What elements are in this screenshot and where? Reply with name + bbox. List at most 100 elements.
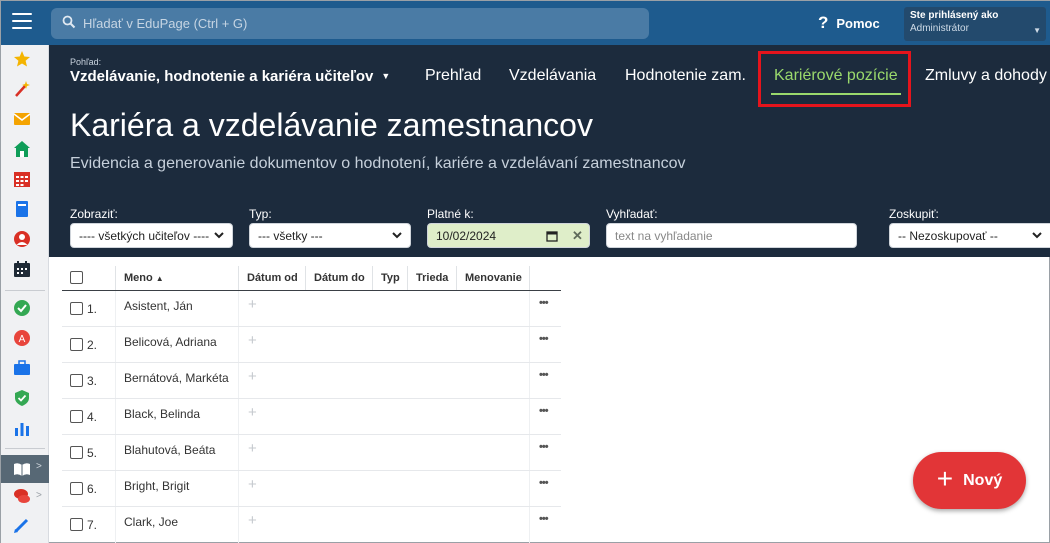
bar-chart-icon[interactable] [13,419,31,437]
top-bar: ? Pomoc Ste prihlásený ako Administrátor… [1,1,1050,45]
filter-group-select[interactable]: -- Nezoskupovať -- [889,223,1050,248]
row-checkbox[interactable] [70,446,83,459]
help-button[interactable]: ? Pomoc [818,13,880,33]
row-name[interactable]: Asistent, Ján [124,299,193,313]
magic-wand-icon[interactable] [13,80,31,98]
tab-zmluvy[interactable]: Zmluvy a dohody [925,67,1047,85]
row-divider [62,326,561,327]
view-selector[interactable]: Vzdelávanie, hodnotenie a kariéra učiteľ… [70,68,390,85]
column-divider [305,266,306,290]
briefcase-icon[interactable] [13,359,31,377]
filter-valid-label: Platné k: [427,207,474,221]
row-number: 5. [87,446,98,460]
chat-icon[interactable] [13,487,31,505]
row-name[interactable]: Belicová, Adriana [124,335,217,349]
search-input[interactable] [83,8,633,39]
add-icon[interactable]: + [248,440,257,457]
tab-prehlad[interactable]: Prehľad [425,67,481,85]
more-icon[interactable]: ••• [539,441,549,453]
add-icon[interactable]: + [248,404,257,421]
help-label: Pomoc [836,15,880,31]
filter-search-label: Vyhľadať: [606,207,658,221]
highlight-box [758,51,911,107]
calendar-icon[interactable] [546,230,558,242]
check-circle-icon[interactable] [13,299,31,317]
filter-search-input[interactable]: text na vyhľadanie [606,223,857,248]
add-icon[interactable]: + [248,332,257,349]
row-number: 7. [87,518,98,532]
column-divider [407,266,408,290]
filter-search-placeholder: text na vyhľadanie [615,228,713,243]
chevron-down-icon [1032,232,1042,239]
row-divider [62,470,561,471]
view-value: Vzdelávanie, hodnotenie a kariéra učiteľ… [70,68,374,85]
calendar-icon[interactable] [13,260,31,278]
row-checkbox[interactable] [70,518,83,531]
divider [5,448,45,449]
row-checkbox[interactable] [70,482,83,495]
more-icon[interactable]: ••• [539,369,549,381]
plus-icon: + [936,463,954,494]
more-icon[interactable]: ••• [539,477,549,489]
filter-show-select[interactable]: ---- všetkých učiteľov ---- [70,223,233,248]
column-header-type[interactable]: Typ [381,272,400,296]
add-icon[interactable]: + [248,512,257,529]
book-icon[interactable] [13,200,31,218]
select-all-checkbox[interactable] [70,271,83,284]
timetable-icon[interactable] [13,170,31,188]
filter-group-label: Zoskupiť: [889,207,939,221]
header-divider [62,290,561,291]
pen-icon[interactable] [13,516,31,534]
add-icon[interactable]: + [248,476,257,493]
new-button[interactable]: + Nový [913,452,1026,509]
column-divider [456,266,457,290]
page-title: Kariéra a vzdelávanie zamestnancov [70,107,593,143]
column-header-name[interactable]: Meno ▲ [124,272,164,296]
column-header-class[interactable]: Trieda [416,272,448,296]
row-name[interactable]: Bright, Brigit [124,479,189,493]
column-header-date-from[interactable]: Dátum od [247,272,298,296]
column-divider [529,266,530,290]
shield-icon[interactable] [13,389,31,407]
star-icon[interactable] [13,50,31,68]
row-divider [62,506,561,507]
row-checkbox[interactable] [70,302,83,315]
chevron-right-icon: > [36,490,42,501]
tab-hodnotenie[interactable]: Hodnotenie zam. [625,67,746,85]
row-divider [62,434,561,435]
column-header-appointment[interactable]: Menovanie [465,272,522,296]
menu-icon[interactable] [12,13,32,31]
global-search[interactable] [51,8,649,39]
row-name[interactable]: Black, Belinda [124,407,200,421]
search-icon [62,15,76,29]
user-icon[interactable] [13,230,31,248]
filter-type-select[interactable]: --- všetky --- [249,223,411,248]
row-name[interactable]: Blahutová, Beáta [124,443,215,457]
row-number: 2. [87,338,98,352]
row-name[interactable]: Clark, Joe [124,515,178,529]
row-checkbox[interactable] [70,338,83,351]
home-icon[interactable] [13,140,31,158]
column-divider [372,266,373,290]
filter-valid-date[interactable]: 10/02/2024 ✕ [427,223,590,248]
more-icon[interactable]: ••• [539,513,549,525]
row-name[interactable]: Bernátová, Markéta [124,371,229,385]
clear-date-icon[interactable]: ✕ [572,228,583,244]
mail-icon[interactable] [13,110,31,128]
grade-icon[interactable]: A [13,329,31,347]
chevron-down-icon [392,232,402,239]
column-header-date-to[interactable]: Dátum do [314,272,365,296]
user-menu[interactable]: Ste prihlásený ako Administrátor ▼ [904,7,1046,41]
add-icon[interactable]: + [248,296,257,313]
more-icon[interactable]: ••• [539,297,549,309]
more-icon[interactable]: ••• [539,405,549,417]
row-checkbox[interactable] [70,410,83,423]
more-icon[interactable]: ••• [539,333,549,345]
row-number: 6. [87,482,98,496]
page-subtitle: Evidencia a generovanie dokumentov o hod… [70,155,686,172]
page-header: Pohľad: Vzdelávanie, hodnotenie a kariér… [49,45,1050,257]
tab-vzdelavania[interactable]: Vzdelávania [509,67,596,85]
add-icon[interactable]: + [248,368,257,385]
row-number: 1. [87,302,98,316]
row-checkbox[interactable] [70,374,83,387]
